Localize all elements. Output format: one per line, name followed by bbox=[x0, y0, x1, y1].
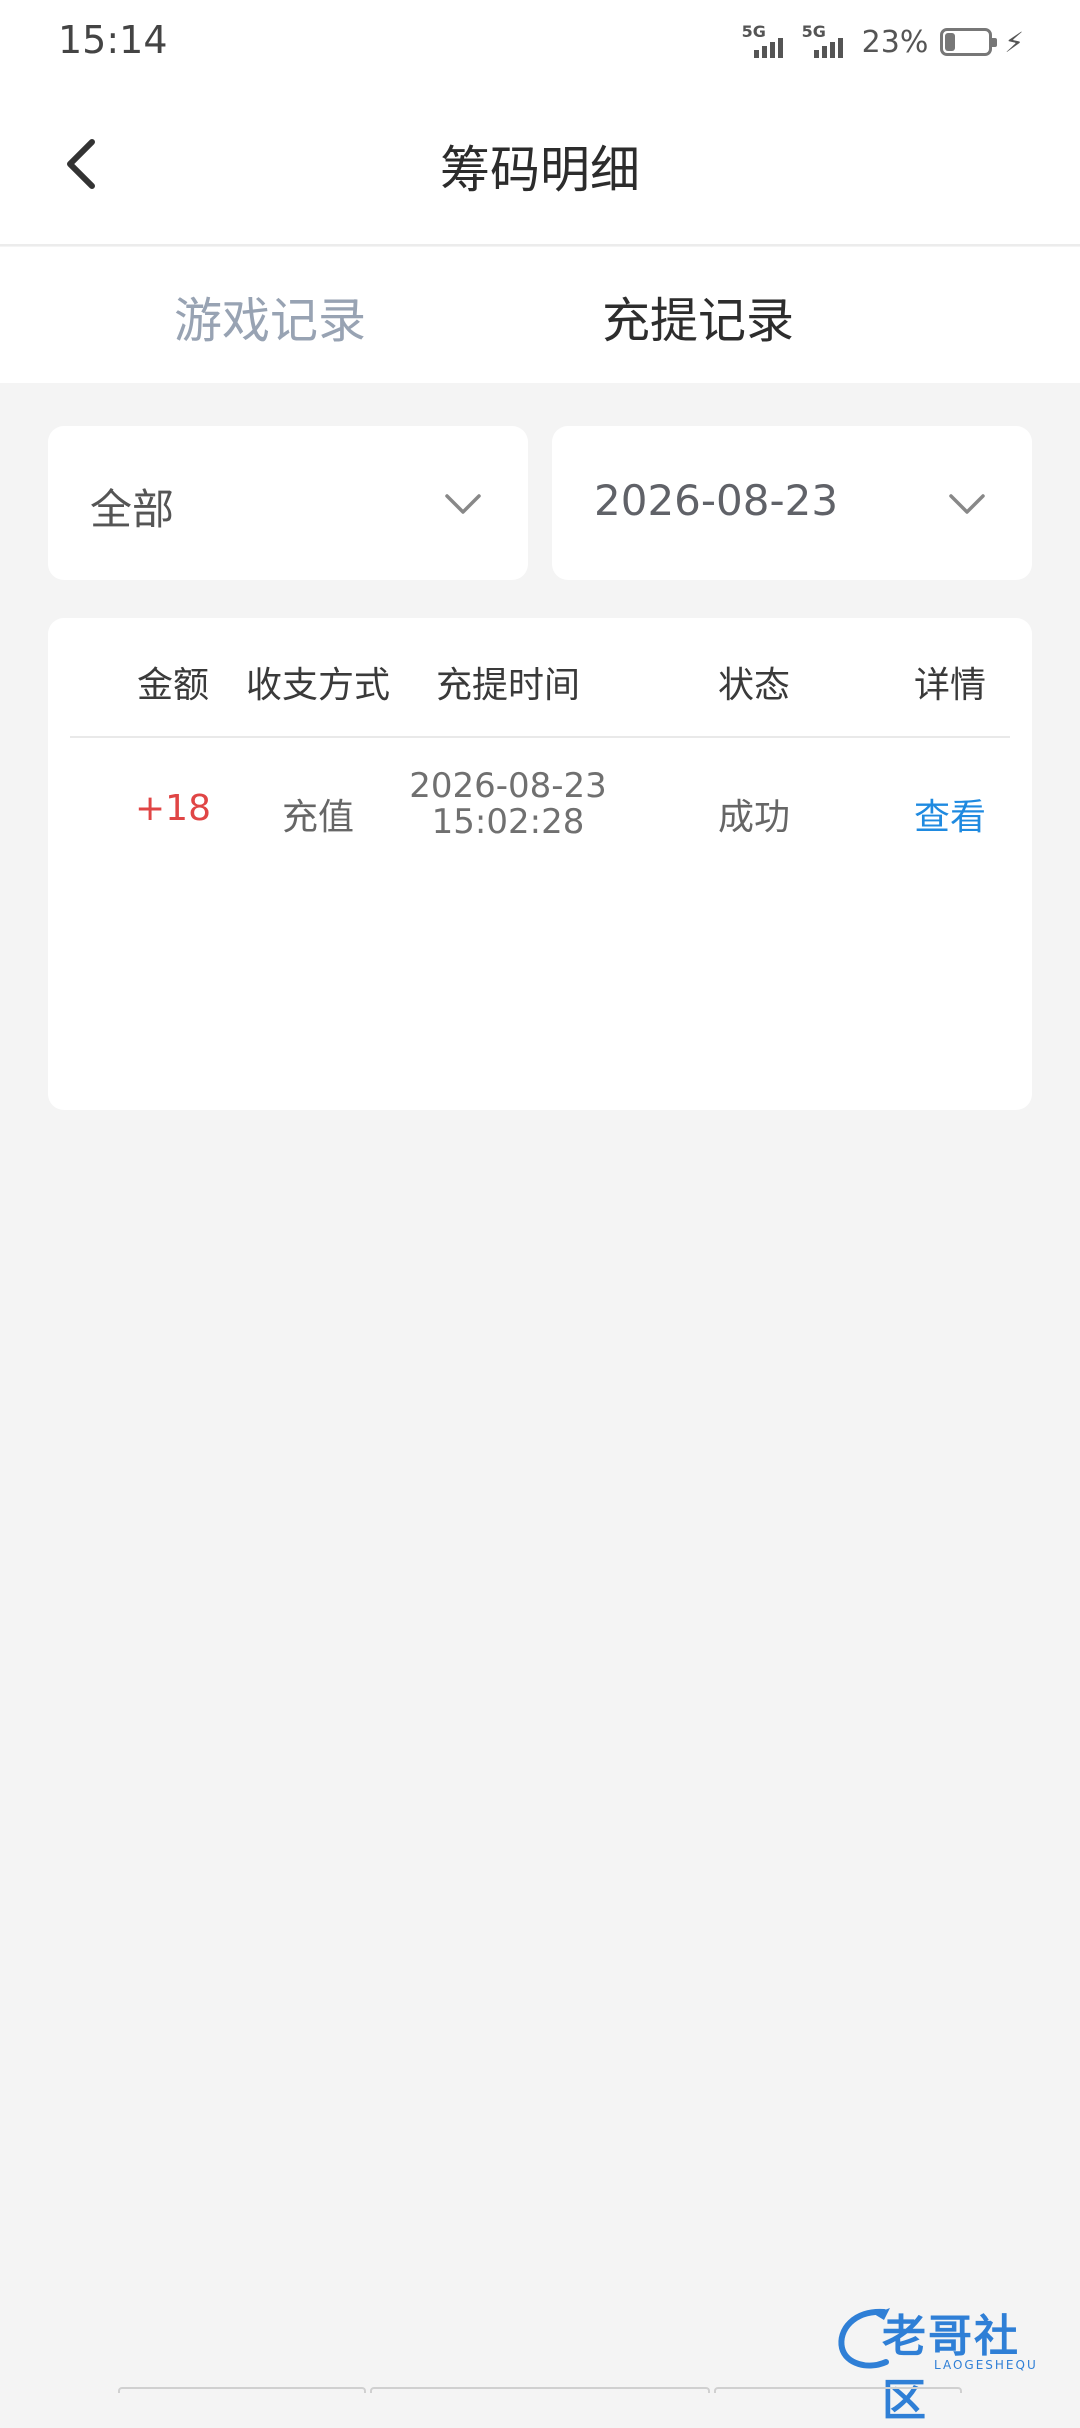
signal-icon: 5G bbox=[802, 22, 850, 60]
header-status: 状态 bbox=[717, 665, 790, 706]
row-date: 2026-08-23 bbox=[409, 766, 607, 806]
page-title: 筹码明细 bbox=[440, 141, 640, 199]
records-table: 金额 收支方式 充提时间 状态 详情 +18 充值 2026-08-23 15:… bbox=[48, 618, 1032, 1110]
status-bar: 15:14 5G 5G 23% ⚡ bbox=[0, 0, 1080, 84]
battery-percent: 23% bbox=[861, 24, 929, 60]
battery-fill bbox=[945, 33, 956, 51]
row-method: 充值 bbox=[281, 797, 354, 838]
header-divider bbox=[70, 736, 1010, 738]
row-status: 成功 bbox=[717, 797, 790, 838]
view-detail-link[interactable]: 查看 bbox=[890, 788, 1010, 840]
table-row: +18 充值 2026-08-23 15:02:28 成功 查看 bbox=[48, 740, 1032, 890]
header-amount: 金额 bbox=[136, 665, 209, 706]
type-filter-select[interactable]: 全部 bbox=[48, 426, 528, 580]
signal-icon: 5G bbox=[742, 22, 790, 60]
tab-deposit-withdraw-records[interactable]: 充提记录 bbox=[458, 281, 938, 351]
row-time: 2026-08-23 15:02:28 bbox=[408, 768, 608, 840]
watermark-logo: 老哥社区 LAOGESHEQU bbox=[834, 2300, 1064, 2426]
header-method: 收支方式 bbox=[245, 665, 390, 706]
type-filter-value: 全部 bbox=[90, 485, 175, 534]
status-time: 15:14 bbox=[58, 18, 168, 62]
charging-icon: ⚡ bbox=[1004, 25, 1024, 59]
bottom-tab-edge bbox=[118, 2387, 366, 2393]
battery-icon bbox=[940, 28, 998, 56]
bottom-tab-edge bbox=[714, 2387, 962, 2393]
header-time: 充提时间 bbox=[435, 665, 580, 706]
chevron-down-icon bbox=[445, 494, 481, 514]
header-detail: 详情 bbox=[913, 665, 986, 706]
bottom-tab-edge bbox=[370, 2387, 710, 2393]
date-filter-value: 2026-08-23 bbox=[594, 476, 839, 525]
status-icons: 5G 5G 23% ⚡ bbox=[742, 22, 1024, 62]
row-clock: 15:02:28 bbox=[431, 802, 585, 842]
date-filter-select[interactable]: 2026-08-23 bbox=[552, 426, 1032, 580]
table-header: 金额 收支方式 充提时间 状态 详情 bbox=[48, 618, 1032, 736]
nav-bar: 筹码明细 bbox=[0, 84, 1080, 246]
watermark-subtext: LAOGESHEQU bbox=[934, 2358, 1038, 2372]
chevron-down-icon bbox=[949, 494, 985, 514]
row-amount: +18 bbox=[135, 788, 211, 829]
tab-bar: 游戏记录 充提记录 bbox=[0, 247, 1080, 383]
